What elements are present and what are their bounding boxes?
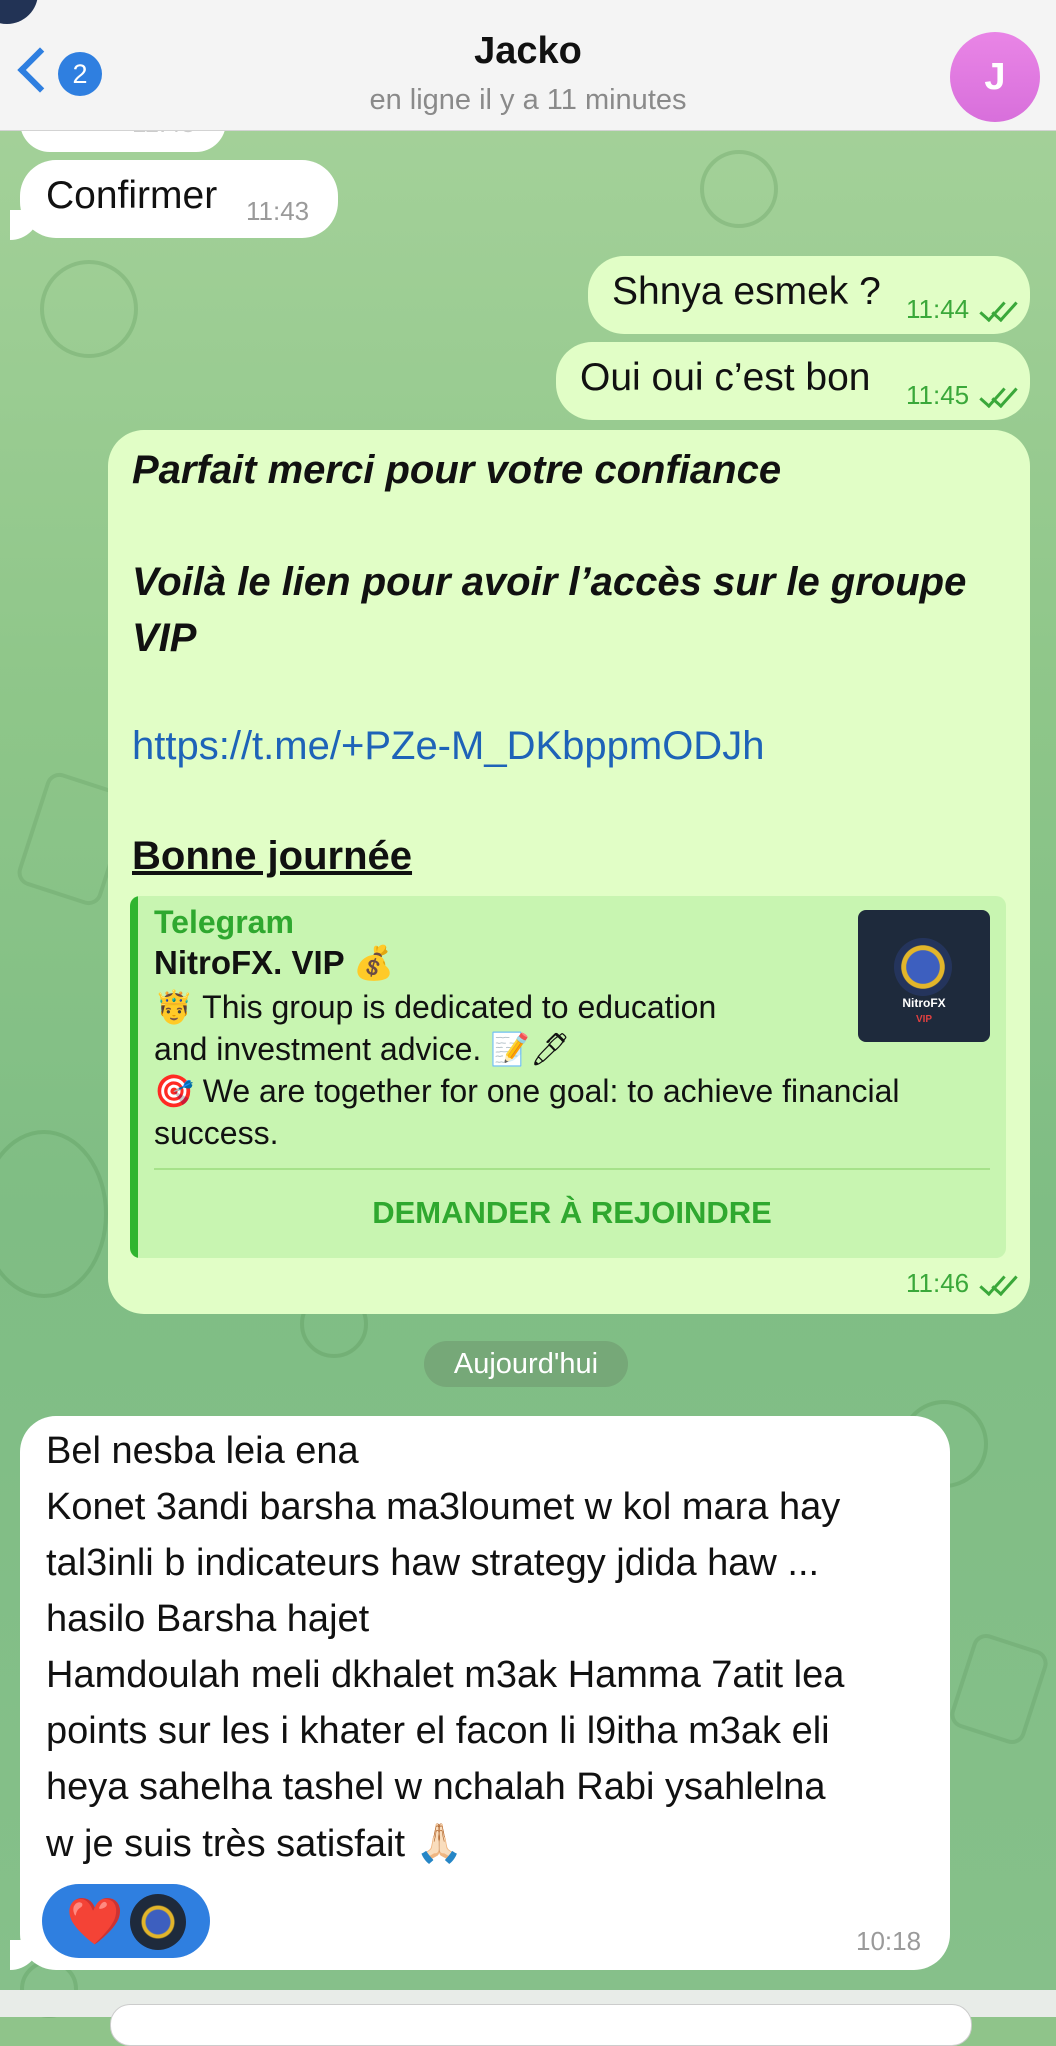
message-text: Shnya esmek ? [612, 270, 881, 313]
avatar[interactable]: J [950, 32, 1040, 122]
request-join-button[interactable]: DEMANDER À REJOINDRE [154, 1186, 990, 1240]
message-text: Parfait merci pour votre confiance [132, 448, 782, 492]
preview-accent-bar [130, 896, 138, 1258]
message-text: Confirmer [46, 174, 218, 217]
message-text: Bonne journée [132, 834, 413, 878]
contact-status: en ligne il y a 11 minutes [369, 84, 687, 116]
message-text: points sur les i khater el facon li l9it… [46, 1710, 830, 1752]
reaction-pill[interactable]: ❤️ [42, 1884, 210, 1958]
message-time: 10:18 [856, 1926, 922, 1956]
message-bubble-outgoing[interactable]: Shnya esmek ? 11:44 [588, 256, 1030, 334]
message-text: Voilà le lien pour avoir l’accès sur le … [132, 560, 967, 604]
preview-desc-line: 🎯 We are together for one goal: to achie… [154, 1073, 900, 1109]
wallpaper-doodle [700, 150, 778, 228]
message-text: Konet 3andi barsha ma3loumet w kol mara … [46, 1486, 841, 1528]
date-separator: Aujourd'hui [424, 1341, 628, 1387]
message-text: Oui oui c’est bon [580, 356, 871, 399]
message-text: w je suis très satisfait 🙏🏻 [46, 1823, 463, 1865]
read-checks-icon [979, 1268, 1020, 1297]
wallpaper-doodle [40, 260, 138, 358]
chat-header: 2 Jacko en ligne il y a 11 minutes J [0, 0, 1056, 131]
preview-desc-line: success. [154, 1115, 279, 1151]
message-text: VIP [132, 616, 197, 660]
heart-icon: ❤️ [66, 1895, 124, 1947]
divider [154, 1168, 990, 1170]
preview-site-name: Telegram [154, 904, 294, 940]
read-checks-icon [979, 294, 1020, 323]
invite-link[interactable]: https://t.me/+PZe-M_DKbppmODJh [132, 724, 764, 769]
reactor-avatar [130, 1894, 186, 1950]
link-preview-card[interactable]: Telegram NitroFX. VIP 💰 🤴 This group is … [130, 896, 1006, 1258]
message-text: Hamdoulah meli dkhalet m3ak Hamma 7atit … [46, 1654, 845, 1696]
preview-thumbnail: NitroFX VIP [858, 910, 990, 1042]
thumbnail-sublabel: VIP [915, 1014, 933, 1025]
message-text: heya sahelha tashel w nchalah Rabi ysahl… [46, 1766, 826, 1808]
message-input[interactable] [110, 2004, 972, 2046]
message-time: 11:46 [906, 1268, 970, 1298]
message-text: tal3inli b indicateurs haw strategy jdid… [46, 1542, 820, 1584]
message-time: 11:43 [246, 196, 310, 226]
message-bubble-outgoing[interactable]: Oui oui c’est bon 11:45 [556, 342, 1030, 420]
wallpaper-doodle [946, 1630, 1052, 1748]
message-time: 11:45 [906, 380, 970, 410]
contact-name[interactable]: Jacko [0, 30, 1056, 73]
preview-title: NitroFX. VIP 💰 [154, 944, 395, 981]
read-checks-icon [979, 380, 1020, 409]
message-text: Bel nesba leia ena [46, 1430, 359, 1472]
wallpaper-doodle [0, 1130, 108, 1298]
nitrofx-logo-icon [894, 938, 952, 996]
message-time: 11:44 [906, 294, 970, 324]
message-bubble-incoming[interactable]: Confirmer 11:43 [20, 160, 338, 238]
thumbnail-label: NitroFX [902, 996, 946, 1010]
message-text: hasilo Barsha hajet [46, 1598, 370, 1640]
